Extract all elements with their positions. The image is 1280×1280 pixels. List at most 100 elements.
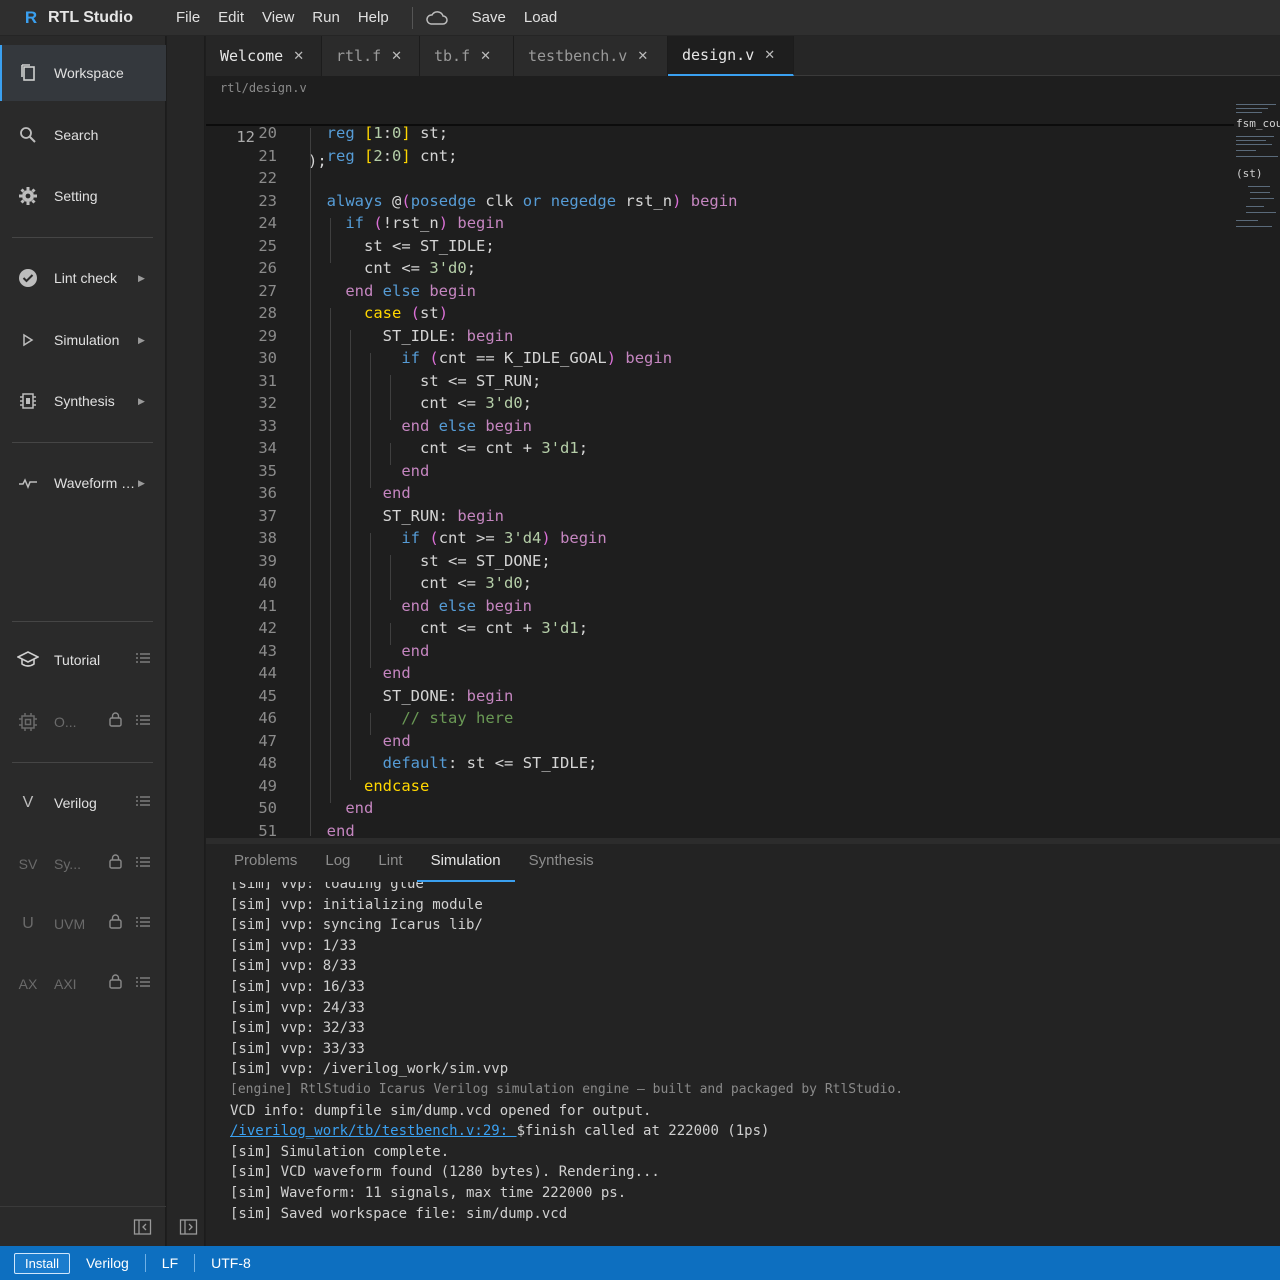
code-line[interactable]: 35 end — [206, 460, 1234, 483]
code-editor[interactable]: 20 reg [1:0] st; 21 reg [2:0] cnt; 22 23 al… — [206, 100, 1234, 836]
expand-arrow-icon[interactable]: ▶ — [138, 478, 145, 489]
code-line[interactable]: 24 if (!rst_n) begin — [206, 212, 1234, 235]
code-line[interactable]: 21 reg [2:0] cnt; — [206, 145, 1234, 168]
code-line[interactable]: 23 always @(posedge clk or negedge rst_n… — [206, 190, 1234, 213]
expand-arrow-icon[interactable]: ▶ — [138, 396, 145, 407]
close-icon[interactable]: ✕ — [480, 48, 491, 64]
code-line[interactable]: 45 ST_DONE: begin — [206, 685, 1234, 708]
sidebar-item-axi[interactable]: AX AXI — [0, 956, 166, 1012]
list-icon[interactable] — [136, 713, 150, 731]
code-line[interactable]: 36 end — [206, 482, 1234, 505]
menu-help[interactable]: Help — [349, 0, 398, 36]
code-line[interactable]: 37 ST_RUN: begin — [206, 505, 1234, 528]
list-icon[interactable] — [136, 651, 150, 669]
code-line[interactable]: 49 endcase — [206, 775, 1234, 798]
code-line[interactable]: 38 if (cnt >= 3'd4) begin — [206, 527, 1234, 550]
sidebar-item-simulation[interactable]: Simulation ▶ — [0, 312, 166, 368]
sidebar-item-synthesis[interactable]: Synthesis ▶ — [0, 373, 166, 429]
code-line[interactable]: 31 st <= ST_RUN; — [206, 370, 1234, 393]
tab-design-v[interactable]: design.v ✕ — [668, 36, 794, 76]
expand-panel-icon[interactable] — [179, 1218, 199, 1236]
expand-arrow-icon[interactable]: ▶ — [138, 335, 145, 346]
tab-tb-f[interactable]: tb.f ✕ — [420, 36, 514, 76]
sidebar-item-verilog[interactable]: V Verilog — [0, 775, 166, 831]
simulation-console[interactable]: [sim] vvp: loading glue [sim] vvp: initia… — [230, 882, 1270, 1252]
sidebar-item-lint-check[interactable]: Lint check ▶ — [0, 250, 166, 306]
list-icon[interactable] — [136, 794, 150, 812]
code-line[interactable]: 40 cnt <= 3'd0; — [206, 572, 1234, 595]
code-line[interactable]: 46 // stay here — [206, 707, 1234, 730]
cloud-icon[interactable] — [425, 8, 449, 28]
code-line[interactable]: 50 end — [206, 797, 1234, 820]
code-line[interactable]: 51 end — [206, 820, 1234, 837]
close-icon[interactable]: ✕ — [293, 48, 304, 64]
code-line[interactable]: 25 st <= ST_IDLE; — [206, 235, 1234, 258]
code-line[interactable]: 48 default: st <= ST_IDLE; — [206, 752, 1234, 775]
sticky-scroll-header[interactable]: 12 ); — [206, 101, 1234, 170]
code-line[interactable]: 26 cnt <= 3'd0; — [206, 257, 1234, 280]
tab-testbench-v[interactable]: testbench.v ✕ — [514, 36, 668, 76]
menu-edit[interactable]: Edit — [209, 0, 253, 36]
line-number: 25 — [258, 236, 277, 255]
install-button[interactable]: Install — [14, 1252, 70, 1274]
menu-view[interactable]: View — [253, 0, 303, 36]
menu-run[interactable]: Run — [303, 0, 349, 36]
code-line[interactable]: 34 cnt <= cnt + 3'd1; — [206, 437, 1234, 460]
sidebar-item-label: Synthesis — [54, 393, 115, 409]
code-line[interactable]: 33 end else begin — [206, 415, 1234, 438]
sidebar-item-systemverilog[interactable]: SV Sy... — [0, 836, 166, 892]
minimap-line — [1236, 150, 1256, 151]
close-icon[interactable]: ✕ — [391, 48, 402, 64]
minimap-line — [1236, 104, 1276, 105]
tab-log[interactable]: Log — [311, 844, 364, 882]
list-icon[interactable] — [136, 915, 150, 933]
code-text: end — [382, 731, 411, 750]
code-line[interactable]: 43 end — [206, 640, 1234, 663]
tab-lint[interactable]: Lint — [364, 844, 416, 882]
code-text: cnt <= 3'd0; — [419, 394, 533, 412]
sidebar-item-locked-course[interactable]: O... — [0, 694, 166, 750]
language-mode[interactable]: Verilog — [70, 1255, 145, 1271]
breadcrumb[interactable]: rtl/design.v — [206, 76, 1280, 100]
tab-simulation[interactable]: Simulation — [416, 844, 515, 882]
sidebar-item-uvm[interactable]: U UVM — [0, 896, 166, 952]
code-line[interactable]: 28 case (st) — [206, 302, 1234, 325]
close-icon[interactable]: ✕ — [637, 48, 648, 64]
play-icon — [17, 333, 39, 347]
code-line[interactable]: 42 cnt <= cnt + 3'd1; — [206, 617, 1234, 640]
expand-arrow-icon[interactable]: ▶ — [138, 273, 145, 284]
sidebar-item-label: Sy... — [54, 856, 81, 872]
sidebar-item-workspace[interactable]: Workspace — [0, 45, 166, 101]
code-line[interactable]: 41 end else begin — [206, 595, 1234, 618]
code-line[interactable]: 32 cnt <= 3'd0; — [206, 392, 1234, 415]
sidebar-item-waveform[interactable]: Waveform edi... ▶ — [0, 455, 166, 511]
code-line[interactable]: 29 ST_IDLE: begin — [206, 325, 1234, 348]
tab-rtl-f[interactable]: rtl.f ✕ — [322, 36, 420, 76]
list-icon[interactable] — [136, 855, 150, 873]
code-line[interactable]: 47 end — [206, 730, 1234, 753]
code-line[interactable]: 27 end else begin — [206, 280, 1234, 303]
code-line[interactable]: 39 st <= ST_DONE; — [206, 550, 1234, 573]
list-icon[interactable] — [136, 975, 150, 993]
tab-synthesis[interactable]: Synthesis — [515, 844, 608, 882]
code-line[interactable]: 30 if (cnt == K_IDLE_GOAL) begin — [206, 347, 1234, 370]
log-line: [sim] vvp: 33/33 — [230, 1040, 365, 1057]
close-icon[interactable]: ✕ — [764, 47, 775, 63]
tab-problems[interactable]: Problems — [220, 844, 311, 882]
sidebar-item-tutorial[interactable]: Tutorial — [0, 632, 166, 688]
sidebar-item-setting[interactable]: Setting — [0, 168, 166, 224]
line-number: 30 — [258, 349, 277, 367]
code-text: cnt <= cnt + 3'd1; — [419, 619, 589, 637]
encoding[interactable]: UTF-8 — [195, 1255, 267, 1271]
code-line[interactable]: 44 end — [206, 662, 1234, 685]
eol-mode[interactable]: LF — [146, 1255, 194, 1271]
load-button[interactable]: Load — [515, 0, 566, 36]
sidebar-item-search[interactable]: Search — [0, 107, 166, 163]
save-button[interactable]: Save — [463, 0, 515, 36]
code-line[interactable]: 22 — [206, 167, 1234, 190]
source-link[interactable]: /iverilog_work/tb/testbench.v:29: — [230, 1123, 517, 1139]
menu-file[interactable]: File — [167, 0, 209, 36]
tab-welcome[interactable]: Welcome ✕ — [206, 36, 322, 76]
collapse-sidebar-icon[interactable] — [133, 1218, 153, 1236]
minimap[interactable]: fsm_cou (st) — [1234, 100, 1280, 836]
